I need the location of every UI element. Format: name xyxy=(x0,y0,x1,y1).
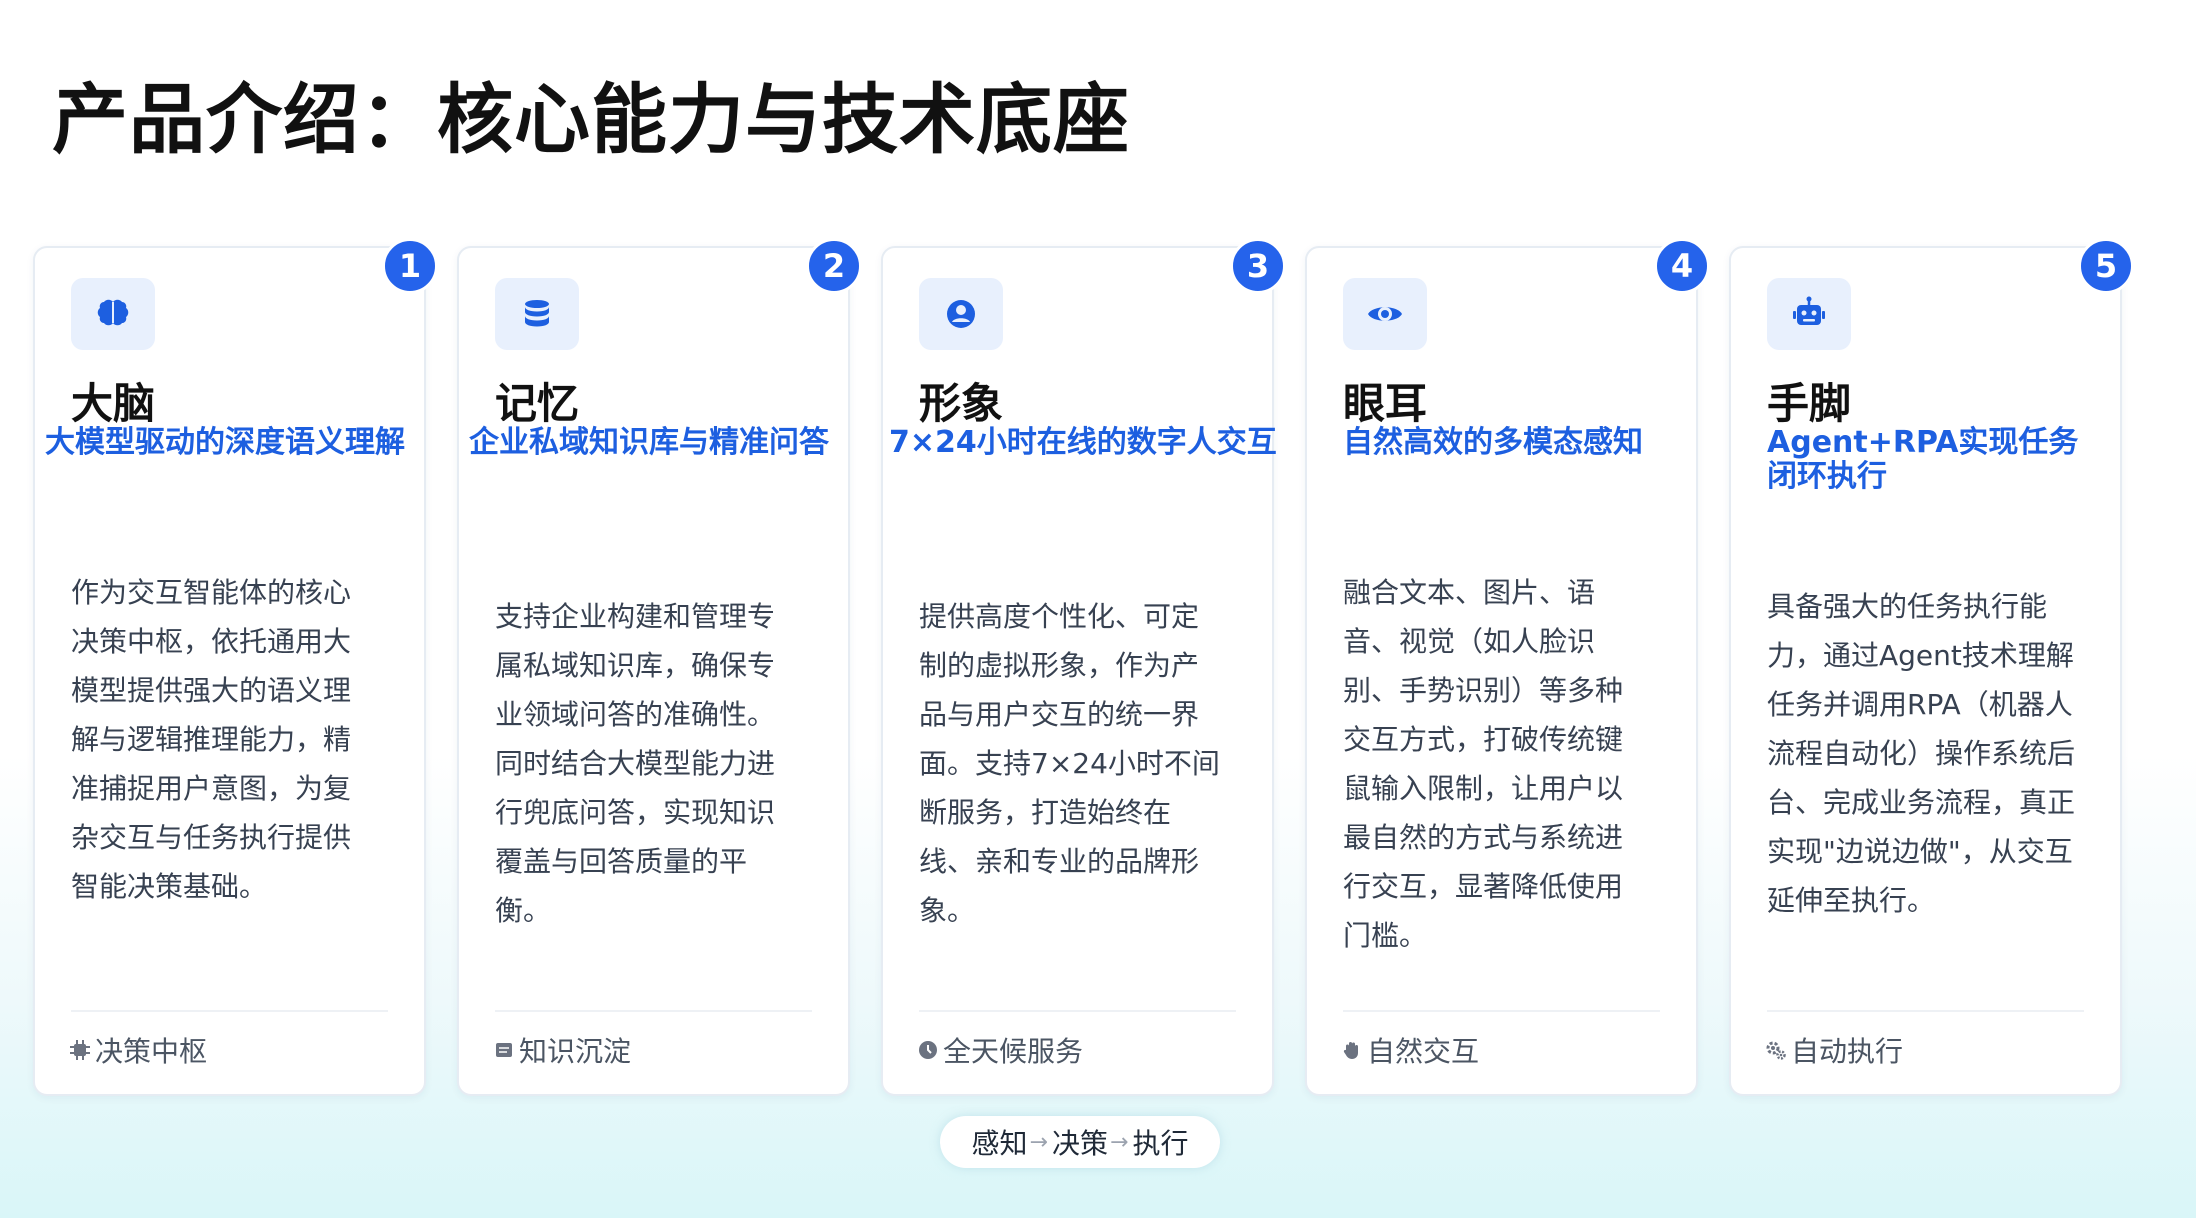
divider xyxy=(71,1010,388,1012)
card-subtitle: 企业私域知识库与精准问答 xyxy=(469,425,829,460)
card-senses: 4 眼耳 自然高效的多模态感知 融合文本、图片、语音、视觉（如人脸识别、手势识别… xyxy=(1305,238,1710,1096)
number-badge: 2 xyxy=(806,238,862,294)
card-subtitle: 7×24小时在线的数字人交互 xyxy=(889,425,1277,460)
gears-icon xyxy=(1766,1041,1786,1060)
card-brain: 1 大脑 大模型驱动的深度语义理解 作为交互智能体的核心决策中枢，依托通用大模型… xyxy=(33,238,438,1096)
divider xyxy=(1343,1010,1660,1012)
card-avatar: 3 形象 7×24小时在线的数字人交互 提供高度个性化、可定制的虚拟形象，作为产… xyxy=(881,238,1286,1096)
card-title: 记忆 xyxy=(495,379,580,428)
card-subtitle: 自然高效的多模态感知 xyxy=(1343,425,1643,460)
divider xyxy=(1767,1010,2084,1012)
number-badge: 5 xyxy=(2078,238,2134,294)
number-badge: 4 xyxy=(1654,238,1710,294)
flow-step-perceive: 感知 xyxy=(971,1127,1028,1160)
flow-step-decide: 决策 xyxy=(1051,1127,1108,1160)
card-footer: 知识沉淀 xyxy=(493,1030,631,1070)
hand-icon xyxy=(1343,1042,1358,1059)
card-footer: 自动执行 xyxy=(1765,1030,1903,1070)
book-icon xyxy=(496,1043,512,1057)
divider xyxy=(919,1010,1236,1012)
arrow-right-icon: → xyxy=(1029,1129,1048,1155)
card-subtitle: 大模型驱动的深度语义理解 xyxy=(45,425,405,460)
flow-pill: 感知 → 决策 → 执行 xyxy=(940,1116,1220,1168)
chip-icon xyxy=(70,1040,90,1060)
card-description: 提供高度个性化、可定制的虚拟形象，作为产品与用户交互的统一界面。支持7×24小时… xyxy=(919,600,1220,927)
capability-cards: 1 大脑 大模型驱动的深度语义理解 作为交互智能体的核心决策中枢，依托通用大模型… xyxy=(33,238,2163,1096)
card-description: 融合文本、图片、语音、视觉（如人脸识别、手势识别）等多种交互方式，打破传统键鼠输… xyxy=(1343,576,1624,952)
card-footer: 自然交互 xyxy=(1341,1030,1479,1070)
footer-label: 知识沉淀 xyxy=(519,1035,632,1068)
card-title: 手脚 xyxy=(1767,379,1852,428)
robot-icon xyxy=(1767,278,1851,350)
divider xyxy=(495,1010,812,1012)
footer-label: 自然交互 xyxy=(1367,1035,1480,1068)
page-title: 产品介绍：核心能力与技术底座 xyxy=(52,75,1130,164)
card-description: 具备强大的任务执行能力，通过Agent技术理解任务并调用RPA（机器人流程自动化… xyxy=(1767,590,2076,917)
arrow-right-icon: → xyxy=(1110,1129,1129,1155)
flow-step-execute: 执行 xyxy=(1132,1127,1189,1160)
card-description: 支持企业构建和管理专属私域知识库，确保专业领域问答的准确性。同时结合大模型能力进… xyxy=(495,600,776,927)
card-footer: 决策中枢 xyxy=(69,1030,207,1070)
user-icon xyxy=(919,278,1003,350)
card-title: 形象 xyxy=(919,379,1004,428)
card-subtitle: Agent+RPA实现任务闭环执行 xyxy=(1767,425,2079,494)
number-badge: 1 xyxy=(382,238,438,294)
database-icon xyxy=(495,278,579,350)
card-memory: 2 记忆 企业私域知识库与精准问答 支持企业构建和管理专属私域知识库，确保专业领… xyxy=(457,238,862,1096)
number-badge: 3 xyxy=(1230,238,1286,294)
clock-icon xyxy=(919,1041,937,1059)
footer-label: 自动执行 xyxy=(1791,1035,1904,1068)
footer-label: 决策中枢 xyxy=(95,1035,208,1068)
card-footer: 全天候服务 xyxy=(917,1030,1083,1070)
footer-label: 全天候服务 xyxy=(943,1035,1084,1068)
eye-icon xyxy=(1343,278,1427,350)
card-title: 大脑 xyxy=(71,379,156,428)
brain-icon xyxy=(71,278,155,350)
card-description: 作为交互智能体的核心决策中枢，依托通用大模型提供强大的语义理解与逻辑推理能力，精… xyxy=(71,576,352,903)
card-execution: 5 手脚 Agent+RPA实现任务闭环执行 具备强大的任务执行能力，通过Age… xyxy=(1729,238,2134,1096)
card-title: 眼耳 xyxy=(1343,379,1428,428)
